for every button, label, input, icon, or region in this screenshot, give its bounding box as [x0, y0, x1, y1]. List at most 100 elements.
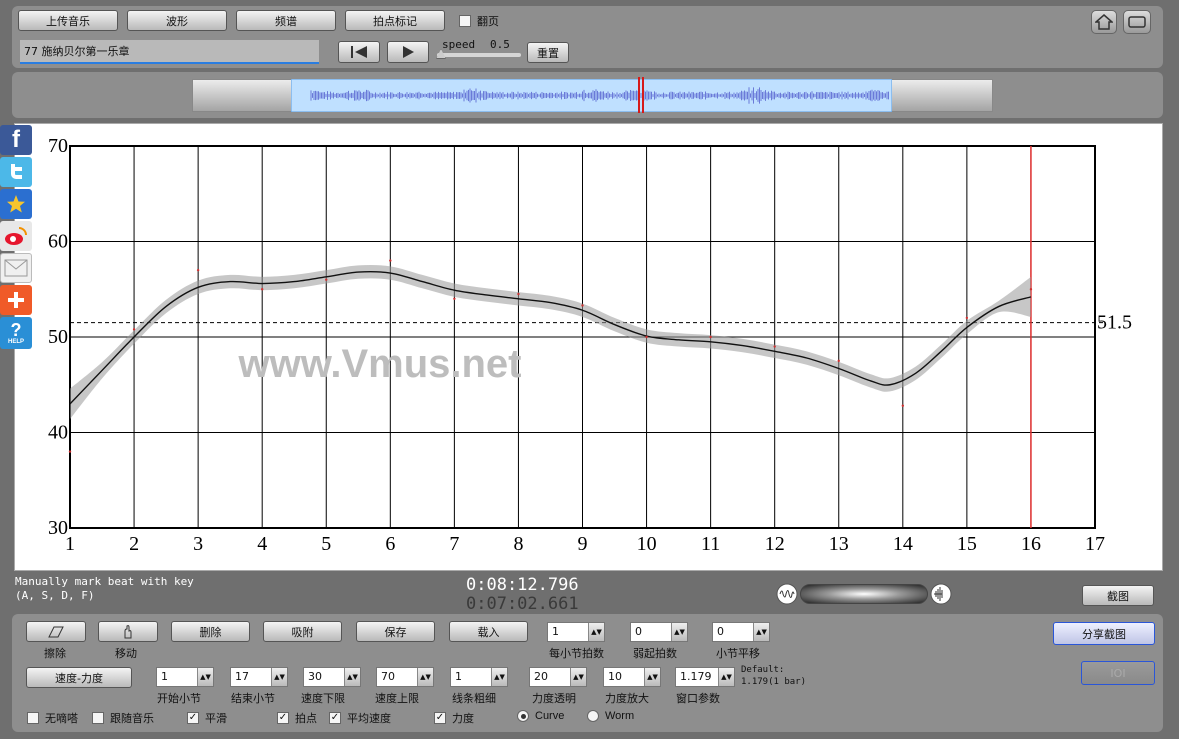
checkmark-icon[interactable]: ✓: [187, 712, 199, 724]
ioi-button[interactable]: IOI: [1081, 661, 1155, 685]
beat-point: [1029, 288, 1033, 291]
share-screenshot-button[interactable]: 分享截图: [1053, 622, 1155, 645]
checkmark-icon[interactable]: ✓: [329, 712, 341, 724]
track-title-field[interactable]: 77 施纳贝尔第一乐章: [20, 40, 319, 64]
upload-music-button[interactable]: 上传音乐: [18, 10, 118, 31]
y-tick-label: 50: [48, 326, 68, 348]
line-width-stepper[interactable]: 1 ▲▼: [450, 667, 508, 687]
stepper-value[interactable]: 30: [304, 668, 344, 686]
checkbox-box[interactable]: [92, 712, 104, 724]
end-bar-stepper[interactable]: 17 ▲▼: [230, 667, 288, 687]
x-tick-label: 15: [957, 533, 977, 555]
stepper-value[interactable]: 10: [604, 668, 644, 686]
default-line-2: 1.179(1 bar): [741, 677, 807, 687]
radio-dot[interactable]: [517, 710, 529, 722]
speed-slider[interactable]: [436, 49, 521, 59]
checkbox-box[interactable]: [27, 712, 39, 724]
avg-tempo-checkbox[interactable]: ✓ 平均速度: [329, 710, 391, 726]
stepper-arrows-icon[interactable]: ▲▼: [753, 623, 769, 641]
facebook-share-button[interactable]: f: [0, 125, 32, 155]
move-button[interactable]: [98, 621, 158, 642]
stepper-value[interactable]: 1: [451, 668, 491, 686]
stepper-arrows-icon[interactable]: ▲▼: [671, 623, 687, 641]
checkbox-box[interactable]: [459, 15, 471, 27]
follow-music-checkbox[interactable]: 跟随音乐: [92, 710, 154, 726]
delete-button[interactable]: 删除: [171, 621, 250, 642]
dynamics-alpha-stepper[interactable]: 20 ▲▼: [529, 667, 587, 687]
favorite-share-button[interactable]: [0, 189, 32, 219]
metronome-checkbox[interactable]: 无嘀嗒: [27, 710, 78, 726]
twitter-share-button[interactable]: [0, 157, 32, 187]
window-param-stepper[interactable]: 1.179 ▲▼: [675, 667, 735, 687]
stepper-arrows-icon[interactable]: ▲▼: [718, 668, 734, 686]
stepper-value[interactable]: 1: [548, 623, 588, 641]
dynamics-scale-stepper[interactable]: 10 ▲▼: [603, 667, 661, 687]
stepper-arrows-icon[interactable]: ▲▼: [570, 668, 586, 686]
bar-shift-stepper[interactable]: 0 ▲▼: [712, 622, 770, 642]
worm-radio[interactable]: Worm: [587, 710, 634, 722]
stepper-arrows-icon[interactable]: ▲▼: [271, 668, 287, 686]
start-bar-stepper[interactable]: 1 ▲▼: [156, 667, 214, 687]
snap-button[interactable]: 吸附: [263, 621, 342, 642]
skip-back-button[interactable]: [338, 41, 380, 63]
checkmark-icon[interactable]: ✓: [434, 712, 446, 724]
stepper-value[interactable]: 20: [530, 668, 570, 686]
smooth-checkbox[interactable]: ✓ 平滑: [187, 710, 227, 726]
email-share-button[interactable]: [0, 253, 32, 283]
page-flip-checkbox[interactable]: 翻页: [459, 13, 499, 29]
stepper-arrows-icon[interactable]: ▲▼: [644, 668, 660, 686]
more-share-button[interactable]: [0, 285, 32, 315]
waveform-button[interactable]: 波形: [127, 10, 227, 31]
speed-label: speed: [442, 38, 476, 51]
radio-dot[interactable]: [587, 710, 599, 722]
stepper-arrows-icon[interactable]: ▲▼: [491, 668, 507, 686]
stepper-value[interactable]: 0: [713, 623, 753, 641]
save-button[interactable]: 保存: [356, 621, 435, 642]
stepper-arrows-icon[interactable]: ▲▼: [344, 668, 360, 686]
stepper-value[interactable]: 1.179: [676, 668, 718, 686]
stepper-arrows-icon[interactable]: ▲▼: [588, 623, 604, 641]
dynamics-checkbox[interactable]: ✓ 力度: [434, 710, 474, 726]
bar-shift-label: 小节平移: [716, 647, 760, 660]
screenshot-button[interactable]: 截图: [1082, 585, 1154, 606]
volume-control[interactable]: [776, 582, 952, 606]
pickup-beats-stepper[interactable]: 0 ▲▼: [630, 622, 688, 642]
tempo-chart[interactable]: www.Vmus.net 1 2 3 4 5 6 7 8 9 10 11 12 13 14 15 16 1770…: [40, 132, 1140, 560]
beats-per-bar-stepper[interactable]: 1 ▲▼: [547, 622, 605, 642]
mean-tempo-label: 51.5: [1097, 312, 1132, 334]
stepper-arrows-icon[interactable]: ▲▼: [417, 668, 433, 686]
x-tick-label: 11: [701, 533, 720, 555]
reset-button[interactable]: 重置: [527, 42, 569, 63]
weibo-share-button[interactable]: [0, 221, 32, 251]
beats-checkbox[interactable]: ✓ 拍点: [277, 710, 317, 726]
stepper-value[interactable]: 0: [631, 623, 671, 641]
waveform-view[interactable]: [291, 79, 892, 112]
tempo-min-stepper[interactable]: 30 ▲▼: [303, 667, 361, 687]
volume-slider[interactable]: [800, 584, 928, 604]
volume-low-icon: [776, 583, 798, 605]
erase-button[interactable]: [26, 621, 86, 642]
play-icon: [403, 46, 414, 58]
play-button[interactable]: [387, 41, 429, 63]
tempo-max-stepper[interactable]: 70 ▲▼: [376, 667, 434, 687]
facebook-icon: f: [12, 126, 20, 153]
stepper-value[interactable]: 17: [231, 668, 271, 686]
tempo-dynamics-button[interactable]: 速度-力度: [26, 667, 132, 688]
stepper-arrows-icon[interactable]: ▲▼: [197, 668, 213, 686]
playhead-marker[interactable]: [638, 77, 644, 113]
home-button[interactable]: [1091, 10, 1117, 34]
twitter-icon: [11, 164, 22, 179]
curve-radio[interactable]: Curve: [517, 710, 564, 722]
beat-mark-button[interactable]: 拍点标记: [345, 10, 445, 31]
help-label: HELP: [7, 338, 24, 345]
load-button[interactable]: 载入: [449, 621, 528, 642]
stepper-value[interactable]: 70: [377, 668, 417, 686]
watermark: www.Vmus.net: [237, 342, 521, 386]
stepper-value[interactable]: 1: [157, 668, 197, 686]
pickup-beats-label: 弱起拍数: [633, 647, 677, 660]
fullscreen-button[interactable]: [1123, 10, 1151, 34]
spectrum-button[interactable]: 频谱: [236, 10, 336, 31]
checkmark-icon[interactable]: ✓: [277, 712, 289, 724]
x-tick-label: 9: [578, 533, 588, 555]
help-button[interactable]: ? HELP: [0, 317, 32, 349]
